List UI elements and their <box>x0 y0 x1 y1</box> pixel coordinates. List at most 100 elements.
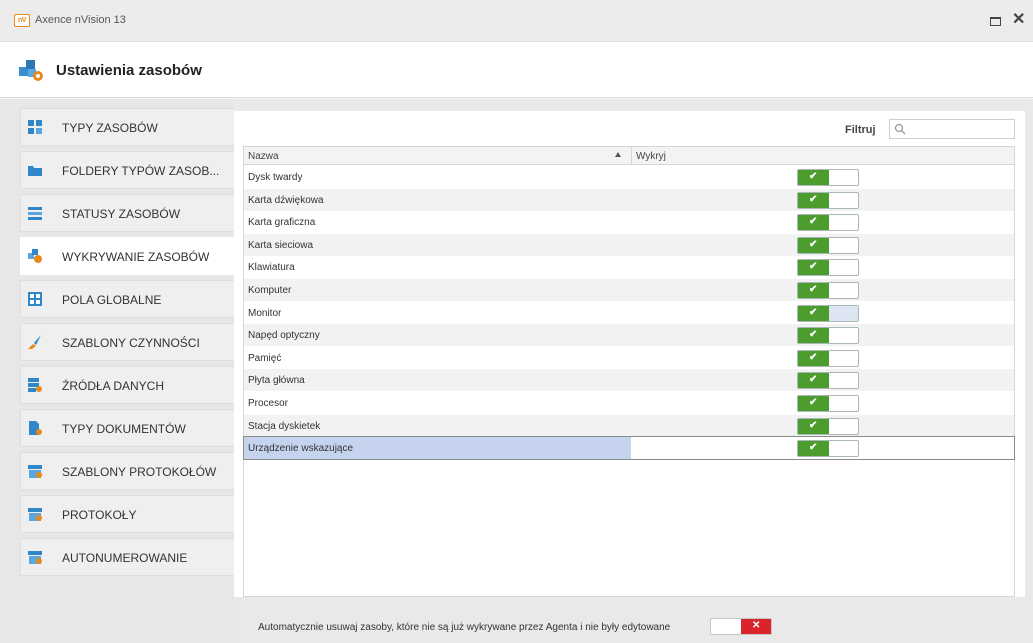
check-icon: ✔ <box>809 419 818 431</box>
search-icon <box>894 123 906 135</box>
asset-name-text: Karta dźwiękowa <box>248 194 324 206</box>
asset-detection-icon <box>28 249 42 263</box>
asset-detection-grid: Nazwa Wykryj Dysk twardy ✔ Karta dźwiękowa… <box>243 146 1015 597</box>
sidebar-item-document-types[interactable]: TYPY DOKUMENTÓW <box>20 409 234 447</box>
check-icon: ✔ <box>809 261 818 273</box>
column-header-detect[interactable]: Wykryj <box>636 151 666 162</box>
sidebar-item-protocols[interactable]: PROTOKOŁY <box>20 495 234 533</box>
table-row[interactable]: Stacja dyskietek ✔ <box>244 414 1014 437</box>
filter-input[interactable] <box>889 119 1015 139</box>
asset-types-icon <box>28 120 42 134</box>
sidebar-item-asset-detection[interactable]: WYKRYWANIE ZASOBÓW <box>20 237 234 275</box>
folder-icon <box>28 166 42 176</box>
check-icon: ✔ <box>809 238 818 250</box>
table-row[interactable]: Napęd optyczny ✔ <box>244 324 1014 347</box>
sidebar-item-protocol-templates[interactable]: SZABLONY PROTOKOŁÓW <box>20 452 234 490</box>
sidebar-item-asset-types[interactable]: TYPY ZASOBÓW <box>20 108 234 146</box>
auto-remove-toggle[interactable]: ✕ <box>710 618 772 635</box>
auto-remove-label: Automatycznie usuwaj zasoby, które nie s… <box>258 622 671 633</box>
detect-toggle[interactable]: ✔ <box>797 169 859 186</box>
sidebar-item-label: FOLDERY TYPÓW ZASOB... <box>62 164 220 178</box>
detect-toggle[interactable]: ✔ <box>797 440 859 458</box>
check-icon: ✔ <box>809 351 818 363</box>
asset-name-text: Komputer <box>248 285 292 296</box>
asset-name-text: Klawiatura <box>248 262 295 274</box>
sidebar-item-asset-type-folders[interactable]: FOLDERY TYPÓW ZASOB... <box>20 151 234 189</box>
toggle-on-part: ✔ <box>798 237 829 253</box>
grid-header: Nazwa Wykryj <box>244 147 1014 165</box>
check-icon: ✔ <box>809 284 818 295</box>
sidebar-item-activity-templates[interactable]: SZABLONY CZYNNOŚCI <box>20 323 234 361</box>
detect-toggle[interactable]: ✔ <box>797 395 859 412</box>
toggle-on-part: ✔ <box>798 170 829 185</box>
cell-asset-name: Karta sieciowa <box>244 234 631 256</box>
status-list-icon <box>28 207 42 220</box>
sort-ascending-icon[interactable] <box>615 152 621 157</box>
toggle-on-part: ✔ <box>798 215 829 231</box>
detect-toggle[interactable]: ✔ <box>797 417 859 435</box>
page-title: Ustawienia zasobów <box>56 62 202 79</box>
window-title: Axence nVision 13 <box>35 14 126 26</box>
sidebar-item-asset-statuses[interactable]: STATUSY ZASOBÓW <box>20 194 234 232</box>
detect-toggle[interactable]: ✔ <box>797 349 859 367</box>
table-row[interactable]: Procesor ✔ <box>244 392 1014 414</box>
detect-toggle[interactable]: ✔ <box>797 236 859 254</box>
detect-toggle[interactable]: ✔ <box>797 372 859 390</box>
sidebar-item-auto-numbering[interactable]: AUTONUMEROWANIE <box>20 538 234 576</box>
table-row[interactable]: Urządzenie wskazujące ✔ <box>243 436 1015 461</box>
maximize-icon[interactable] <box>990 17 1001 26</box>
asset-name-text: Monitor <box>248 307 282 319</box>
toggle-on-part: ✔ <box>798 260 829 276</box>
sidebar-item-data-sources[interactable]: ŹRÓDŁA DANYCH <box>20 366 234 404</box>
detect-toggle[interactable]: ✔ <box>797 327 859 345</box>
asset-name-text: Pamięć <box>248 352 282 364</box>
cell-asset-name: Dysk twardy <box>244 166 631 188</box>
check-icon: ✔ <box>809 329 818 341</box>
column-header-name[interactable]: Nazwa <box>248 151 279 162</box>
table-row[interactable]: Monitor ✔ <box>244 301 1014 324</box>
toggle-on-part: ✔ <box>798 418 829 434</box>
table-row[interactable]: Dysk twardy ✔ <box>244 166 1014 188</box>
sidebar-item-label: SZABLONY PROTOKOŁÓW <box>62 465 217 479</box>
asset-name-text: Urządzenie wskazujące <box>248 443 354 455</box>
asset-name-text: Napęd optyczny <box>248 330 320 342</box>
detect-toggle[interactable]: ✔ <box>797 214 859 232</box>
sidebar-item-label: AUTONUMEROWANIE <box>62 551 188 565</box>
detect-toggle[interactable]: ✔ <box>797 282 859 299</box>
table-row[interactable]: Płyta główna ✔ <box>244 369 1014 392</box>
table-row[interactable]: Klawiatura ✔ <box>244 256 1014 279</box>
table-row[interactable]: Pamięć ✔ <box>244 346 1014 369</box>
toggle-on-part: ✔ <box>798 283 829 298</box>
cell-asset-name: Urządzenie wskazujące <box>244 437 631 460</box>
toggle-on-part: ✔ <box>798 192 829 208</box>
cell-asset-name: Procesor <box>244 392 631 414</box>
protocol-templates-icon <box>28 465 42 478</box>
check-icon: ✔ <box>809 442 818 454</box>
cell-asset-name: Pamięć <box>244 347 631 369</box>
sidebar-item-label: SZABLONY CZYNNOŚCI <box>62 336 200 350</box>
toggle-on-part: ✔ <box>798 350 829 366</box>
toggle-on-part: ✔ <box>798 305 829 321</box>
toggle-on-part: ✔ <box>798 373 829 389</box>
asset-name-text: Płyta główna <box>248 375 305 387</box>
column-separator[interactable] <box>631 147 632 165</box>
close-icon[interactable]: ✕ <box>1012 10 1025 30</box>
cell-asset-name: Napęd optyczny <box>244 324 631 346</box>
cell-asset-name: Stacja dyskietek <box>244 415 631 437</box>
sidebar-item-global-fields[interactable]: POLA GLOBALNE <box>20 280 234 318</box>
table-row[interactable]: Komputer ✔ <box>244 279 1014 301</box>
data-source-icon <box>28 378 42 392</box>
asset-name-text: Procesor <box>248 398 289 409</box>
asset-detection-panel: Filtruj Nazwa Wykryj Dysk twardy ✔ Karta d… <box>234 111 1025 597</box>
sidebar-item-label: TYPY DOKUMENTÓW <box>62 422 186 436</box>
table-row[interactable]: Karta dźwiękowa ✔ <box>244 188 1014 211</box>
detect-toggle[interactable]: ✔ <box>797 304 859 322</box>
table-row[interactable]: Karta sieciowa ✔ <box>244 233 1014 256</box>
check-icon: ✔ <box>809 216 818 228</box>
toggle-off-part: ✕ <box>741 619 771 634</box>
asset-name-text: Karta sieciowa <box>248 239 314 251</box>
sidebar-item-label: ŹRÓDŁA DANYCH <box>62 379 165 393</box>
table-row[interactable]: Karta graficzna ✔ <box>244 211 1014 234</box>
detect-toggle[interactable]: ✔ <box>797 191 859 209</box>
detect-toggle[interactable]: ✔ <box>797 259 859 277</box>
